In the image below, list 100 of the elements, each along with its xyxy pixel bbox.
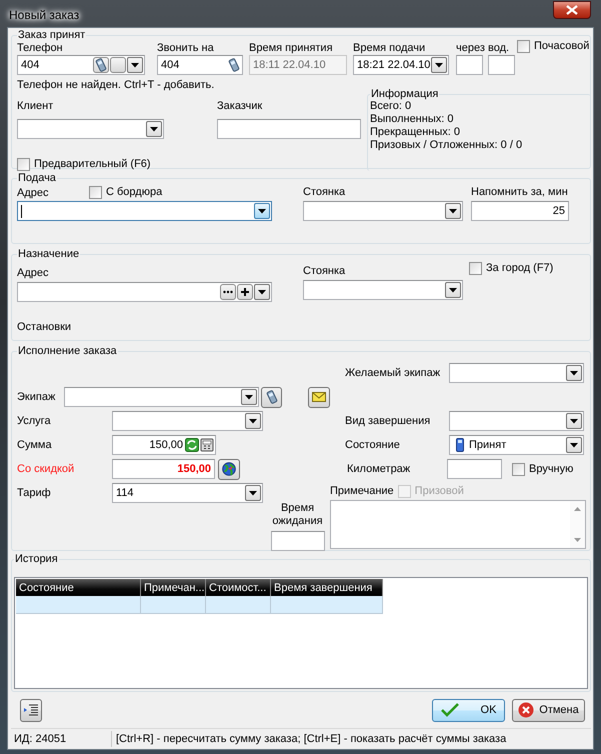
address-field[interactable] [17,282,272,302]
section-title: Информация [370,88,440,100]
dropdown-button[interactable] [146,121,162,137]
checkbox[interactable]: Почасовой [517,39,590,53]
ok-button[interactable]: OK [432,698,505,722]
pickup-time-field[interactable]: 18:21 22.04.10 [353,55,449,75]
field-label: Услуга [17,415,52,427]
phone-button[interactable] [93,57,109,73]
envelope-icon [312,392,326,402]
desired-crew-dropdown[interactable] [449,363,584,383]
status-text: [Ctrl+R] - пересчитать сумму заказа; [Ctrl+E] - показать расчёт суммы заказа [115,733,506,745]
column-header[interactable]: Примечан... [141,579,206,596]
envelope-button[interactable] [308,386,330,408]
status-dropdown[interactable]: Принят [449,435,584,455]
caret-icon [570,442,578,448]
dropdown-button[interactable] [245,413,261,429]
phone-icon [264,390,279,404]
section-title: Подача [17,172,57,184]
field-label: Клиент [17,99,54,113]
close-button[interactable] [553,1,591,19]
wait-time-field[interactable] [270,531,324,551]
checkmark-icon [440,703,459,717]
column-header[interactable]: Состояние [16,579,141,596]
refresh-icon[interactable] [185,438,199,452]
dropdown-button[interactable] [254,203,270,219]
phone-icon [94,58,108,72]
dropdown-button[interactable] [566,413,582,429]
plus-icon [241,288,249,296]
add-button[interactable] [237,284,253,300]
caret-icon [449,288,457,292]
after-field[interactable] [456,55,483,75]
checkbox[interactable]: Предварительный (F6) [17,157,367,171]
field-label: вод. [488,41,510,55]
field-label: Стоянка [303,185,346,200]
info-text: Призовых / Отложенных: 0 / 0 [370,139,524,152]
dropdown-button[interactable] [245,485,261,501]
mileage-field[interactable] [447,459,502,479]
field-label: Сумма [17,439,53,451]
remind-field[interactable]: 25 [471,201,569,221]
cancel-button[interactable]: Отмена [512,698,585,722]
column-header[interactable]: Стоимост... [206,579,271,596]
close-icon [566,5,578,15]
phone-field[interactable]: 404 [17,55,145,75]
section-title: Заказ принят [17,29,86,41]
dropdown-button[interactable] [445,203,461,219]
field-label: Экипаж [17,391,56,403]
address-dropdown[interactable] [17,201,272,221]
field-label: Напомнить за, мин [471,185,569,200]
driver-field[interactable] [488,55,515,75]
caret-icon [449,208,457,214]
sum-field[interactable]: 150,00 [112,435,216,455]
more-button[interactable] [220,284,236,300]
tariff-dropdown[interactable]: 114 [112,483,263,503]
customer-field[interactable] [217,119,361,139]
note-field[interactable] [330,500,586,549]
caret-icon [244,394,253,400]
caret-icon [249,490,257,496]
field-label: Звонить на [157,41,215,55]
ellipsis-icon [223,290,233,294]
scroll-down-icon[interactable] [574,538,581,542]
dropdown-button[interactable] [566,365,582,381]
checkbox[interactable]: За город (F7) [469,261,554,275]
caret-icon [435,62,444,68]
field-label: Стоянка [303,264,346,279]
phone-icon[interactable] [227,58,241,72]
column-header[interactable]: Время завершения [271,579,383,596]
field-label: Со скидкой [17,463,76,475]
dropdown-button[interactable] [445,282,461,298]
parking-dropdown[interactable] [303,201,463,221]
caret-icon [570,418,578,424]
globe-button[interactable] [218,458,240,480]
dropdown-button[interactable] [254,284,270,300]
field-label: через [456,41,483,55]
service-dropdown[interactable] [112,411,263,431]
checkbox[interactable]: Вручную [512,462,574,476]
client-dropdown[interactable] [17,119,164,139]
caret-icon [249,418,257,424]
dropdown-button[interactable] [127,57,143,73]
dropdown-button[interactable] [566,437,582,453]
discount-field[interactable]: 150,00 [112,459,215,479]
status-text: ИД: 24051 [11,731,112,747]
field-label: Состояние [344,439,401,451]
list-button[interactable] [20,698,42,722]
completion-dropdown[interactable] [449,411,584,431]
dropdown-button[interactable] [240,389,257,405]
call-to-field[interactable]: 404 [157,55,243,75]
field-label: Тариф [17,487,52,499]
checkbox[interactable]: С бордюра [89,185,272,199]
field-label: Километраж [346,463,412,475]
dropdown-button[interactable] [431,57,447,73]
caret-icon [258,290,266,294]
window-title: Новый заказ [8,8,80,22]
field-label: Время ожидания [271,502,324,528]
phone-button[interactable] [260,386,282,408]
calculator-icon[interactable] [200,438,214,452]
scrollbar[interactable] [570,501,585,548]
scroll-up-icon[interactable] [574,507,581,511]
field-label: Время подачи [353,41,426,55]
field-label: Адрес [17,186,50,200]
parking-dropdown[interactable] [303,280,463,300]
